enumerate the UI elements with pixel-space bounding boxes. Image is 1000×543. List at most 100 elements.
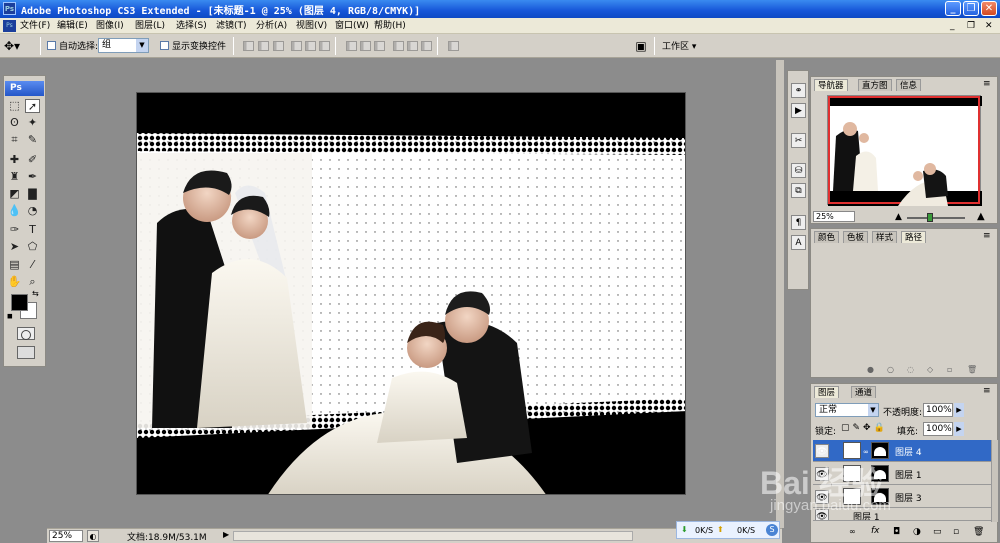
align-bottom-icon[interactable] [273,41,284,51]
tab-channels[interactable]: 通道 [851,386,877,398]
slice-tool-icon[interactable]: ✎ [25,133,40,147]
stroke-path-icon[interactable]: ○ [887,365,894,374]
bridge-icon[interactable]: ▣ [632,38,650,54]
close-button[interactable]: ✕ [981,1,997,16]
panel-menu-icon[interactable]: ≡ [983,386,991,396]
align-hcenter-icon[interactable] [305,41,316,51]
paragraph-panel-icon[interactable]: ¶ [791,215,806,230]
opacity-field[interactable]: 100% [923,403,953,417]
actions-panel-icon[interactable]: ▶ [791,103,806,118]
healing-tool-icon[interactable]: ✚ [7,153,22,167]
panel-menu-icon[interactable]: ≡ [983,231,991,241]
new-layer-icon[interactable]: ▫ [953,527,959,537]
layer-name[interactable]: 图层 4 [895,445,922,458]
distribute-vcenter-icon[interactable] [360,41,371,51]
gradient-tool-icon[interactable]: ▇ [25,187,40,201]
layer-mask-thumbnail[interactable] [871,442,889,459]
menu-help[interactable]: 帮助(H) [374,19,406,33]
adjustment-layer-icon[interactable]: ◑ [913,527,921,537]
fill-slider-arrow-icon[interactable]: ▶ [954,422,964,436]
tab-info[interactable]: 信息 [896,79,922,91]
path-select-tool-icon[interactable]: ➤ [7,240,22,254]
zoom-level-field[interactable]: 25% [49,530,83,542]
workspace-button[interactable]: 工作区 ▾ [662,39,696,52]
tab-layers[interactable]: 图层 [814,386,840,398]
hand-tool-icon[interactable]: ✋ [7,275,22,289]
clone-source-icon[interactable]: ⛁ [791,163,806,178]
status-menu-arrow-icon[interactable]: ▶ [223,530,229,539]
status-info-icon[interactable]: ◐ [87,530,99,542]
menu-analysis[interactable]: 分析(A) [256,19,287,33]
new-path-icon[interactable]: ▫ [947,365,952,374]
zoom-slider-track[interactable] [907,217,965,219]
pen-tool-icon[interactable]: ✑ [7,223,22,237]
load-selection-icon[interactable]: ◌ [907,365,914,374]
ps-menu-icon[interactable]: Ps [3,20,16,32]
menu-layer[interactable]: 图层(L) [135,19,165,33]
foreground-color-swatch[interactable] [11,294,28,311]
make-workpath-icon[interactable]: ◇ [927,365,933,374]
lasso-tool-icon[interactable]: ʘ [7,116,22,130]
layer-comps-icon[interactable]: ⧉ [791,183,806,198]
menu-filter[interactable]: 滤镜(T) [216,19,247,33]
minimize-button[interactable]: _ [945,1,961,16]
distribute-bottom-icon[interactable] [374,41,385,51]
magic-wand-tool-icon[interactable]: ✦ [25,116,40,130]
tab-styles[interactable]: 样式 [872,231,898,243]
delete-path-icon[interactable]: 🗑 [967,365,977,374]
notes-tool-icon[interactable]: ▤ [7,258,22,272]
eraser-tool-icon[interactable]: ◩ [7,187,22,201]
tool-presets-icon[interactable]: ✂ [791,133,806,148]
doc-restore-button[interactable]: ❐ [967,19,975,33]
dodge-tool-icon[interactable]: ◔ [25,204,40,218]
document-horizontal-scrollbar[interactable] [233,531,633,541]
zoom-slider-thumb[interactable] [927,213,933,222]
stamp-tool-icon[interactable]: ♜ [7,170,22,184]
align-right-icon[interactable] [319,41,330,51]
fill-path-icon[interactable]: ● [867,365,874,374]
menu-image[interactable]: 图像(I) [96,19,124,33]
tab-swatches[interactable]: 色板 [843,231,869,243]
link-layers-icon[interactable]: ∞ [849,527,856,536]
show-transform-checkbox[interactable] [160,41,169,50]
fill-field[interactable]: 100% [923,422,953,436]
doc-minimize-button[interactable]: _ [950,19,955,33]
auto-align-icon[interactable] [448,41,459,51]
tab-navigator[interactable]: 导航器 [814,79,848,91]
zoom-tool-icon[interactable]: ⌕ [25,275,40,289]
layer-style-icon[interactable]: fx [871,526,880,536]
tab-histogram[interactable]: 直方图 [858,79,892,91]
navigator-zoom-field[interactable]: 25% [813,211,855,222]
opacity-slider-arrow-icon[interactable]: ▶ [954,403,964,417]
swap-colors-icon[interactable]: ⇆ [32,289,39,298]
menu-select[interactable]: 选择(S) [176,19,207,33]
delete-layer-icon[interactable]: 🗑 [973,527,984,537]
distribute-hcenter-icon[interactable] [407,41,418,51]
new-group-icon[interactable]: ▭ [933,527,942,537]
distribute-right-icon[interactable] [421,41,432,51]
lock-options-icons[interactable]: ▢✎✥🔒 [841,423,888,433]
restore-button[interactable]: ❐ [963,1,979,16]
marquee-tool-icon[interactable]: ⬚ [7,99,22,113]
screen-mode-icon[interactable] [17,346,35,359]
blend-mode-dropdown[interactable]: 正常 ▼ [815,403,879,417]
default-colors-icon[interactable]: ◼ [7,312,13,320]
visibility-eye-icon[interactable]: 👁 [815,444,829,458]
add-mask-icon[interactable]: ◘ [893,527,900,537]
auto-select-checkbox[interactable] [47,41,56,50]
blur-tool-icon[interactable]: 💧 [7,204,22,218]
tab-paths[interactable]: 路径 [901,231,927,243]
move-tool-icon[interactable]: ➚ [25,99,40,113]
align-left-icon[interactable] [291,41,302,51]
quick-mask-icon[interactable] [17,327,35,340]
align-top-icon[interactable] [243,41,254,51]
eyedropper-tool-icon[interactable]: ⁄ [25,258,40,272]
panel-menu-icon[interactable]: ≡ [983,79,991,89]
distribute-top-icon[interactable] [346,41,357,51]
menu-window[interactable]: 窗口(W) [335,19,369,33]
document-canvas[interactable] [136,92,686,495]
menu-edit[interactable]: 编辑(E) [57,19,88,33]
brush-tool-icon[interactable]: ✐ [25,153,40,167]
type-tool-icon[interactable]: T [25,223,40,237]
history-brush-tool-icon[interactable]: ✒ [25,170,40,184]
